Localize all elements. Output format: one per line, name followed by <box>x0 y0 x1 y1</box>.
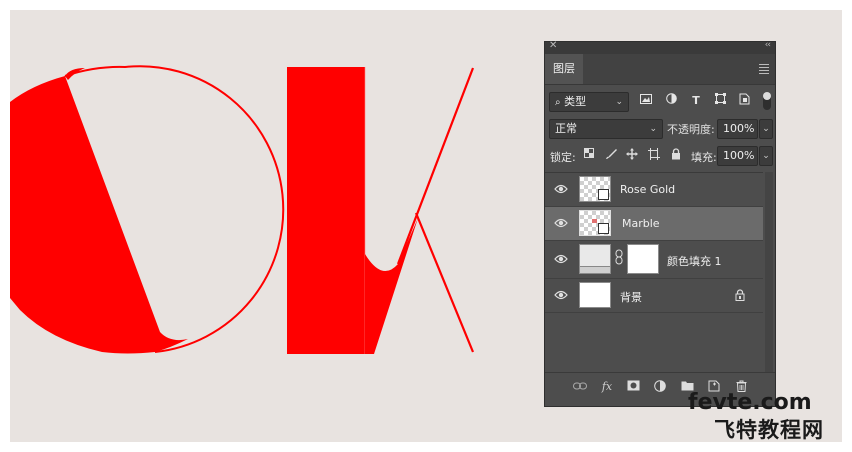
layer-thumbnail <box>579 210 611 236</box>
layers-panel: ✕ ‹‹ 图层 ⌕ 类型 ⌄ T 正常 ⌄ 不透明度: 100% ⌄ 锁定: 填… <box>544 40 776 407</box>
layers-scrollbar[interactable] <box>765 172 773 372</box>
link-icon[interactable] <box>573 380 587 394</box>
blend-mode-dropdown[interactable]: 正常 ⌄ <box>549 119 663 139</box>
filter-kind-dropdown[interactable]: ⌕ 类型 ⌄ <box>549 92 629 112</box>
layer-name: 颜色填充 1 <box>667 255 722 268</box>
layer-name: 背景 <box>620 291 642 304</box>
letter-o-red-fill <box>10 76 188 354</box>
layer-marble[interactable]: Marble <box>545 207 763 241</box>
filter-kind-label: 类型 <box>564 95 587 108</box>
smart-object-badge-icon <box>598 189 609 200</box>
opacity-slider-button[interactable]: ⌄ <box>759 119 773 139</box>
letter-k <box>287 67 475 354</box>
panel-tab-row: 图层 <box>545 54 775 85</box>
panel-titlebar: ✕ ‹‹ <box>545 40 775 54</box>
blend-mode-label: 正常 <box>555 122 577 135</box>
layer-thumbnail <box>579 176 611 202</box>
letter-k-leg-stroke <box>414 212 475 353</box>
smart-object-filter-icon[interactable] <box>736 93 752 109</box>
adjustment-icon[interactable] <box>653 380 667 394</box>
watermark-site-name: 飞特教程网 <box>714 418 824 442</box>
layer-mask-thumbnail[interactable] <box>627 244 659 274</box>
layer-thumbnail <box>579 282 611 308</box>
fx-icon[interactable]: fx <box>600 380 614 394</box>
letter-k-arm <box>365 218 418 354</box>
eye-icon[interactable] <box>554 253 568 265</box>
tab-layers[interactable]: 图层 <box>545 54 583 84</box>
close-panel-icon[interactable]: ✕ <box>549 40 557 51</box>
layers-list: Rose Gold Marble 颜色填充 1 背景 <box>545 172 763 373</box>
chevron-down-icon: ⌄ <box>649 124 657 134</box>
layer-filter-row: ⌕ 类型 ⌄ T <box>545 90 775 114</box>
pixel-layer-filter-icon[interactable] <box>638 93 654 109</box>
thumbnail-red-mark <box>592 219 597 223</box>
layer-rose-gold[interactable]: Rose Gold <box>545 173 763 207</box>
screenshot-frame: ✕ ‹‹ 图层 ⌕ 类型 ⌄ T 正常 ⌄ 不透明度: 100% ⌄ 锁定: 填… <box>0 0 852 452</box>
lock-transparent-pixels-icon[interactable] <box>582 148 596 162</box>
letter-o <box>10 65 285 354</box>
lock-artboard-icon[interactable] <box>647 148 661 162</box>
lock-icon <box>735 289 745 301</box>
adjustment-layer-filter-icon[interactable] <box>663 93 679 109</box>
search-icon: ⌕ <box>555 97 561 108</box>
layer-name: Marble <box>622 217 660 230</box>
panel-menu-icon[interactable] <box>759 62 769 74</box>
eye-icon[interactable] <box>554 217 568 229</box>
lock-all-icon[interactable] <box>669 148 683 162</box>
letter-k-stem <box>287 67 365 354</box>
fill-label: 填充: <box>691 151 717 164</box>
mask-icon[interactable] <box>626 380 640 394</box>
lock-image-pixels-icon[interactable] <box>604 148 618 162</box>
fill-layer-thumbnail <box>579 244 611 274</box>
layer-name: Rose Gold <box>620 183 676 196</box>
lock-position-icon[interactable] <box>625 148 639 162</box>
eye-icon[interactable] <box>554 183 568 195</box>
lock-label: 锁定: <box>550 151 576 164</box>
opacity-field[interactable]: 100% <box>717 119 758 139</box>
layer-color-fill-1[interactable]: 颜色填充 1 <box>545 241 763 279</box>
type-layer-filter-icon[interactable]: T <box>688 93 704 109</box>
letter-k-upper-stroke <box>396 67 475 265</box>
layer-background[interactable]: 背景 <box>545 279 763 313</box>
shape-layer-filter-icon[interactable] <box>712 93 728 109</box>
collapse-panel-icon[interactable]: ‹‹ <box>765 40 771 50</box>
fill-field[interactable]: 100% <box>717 146 758 166</box>
fill-slider-button[interactable]: ⌄ <box>759 146 773 166</box>
smart-object-badge-icon <box>598 223 609 234</box>
site-watermark: fevte.com 飞特教程网 <box>686 390 846 446</box>
eye-icon[interactable] <box>554 289 568 301</box>
link-chain-icon[interactable] <box>615 249 623 265</box>
chevron-down-icon: ⌄ <box>615 97 623 107</box>
filter-toggle-switch[interactable] <box>763 92 771 110</box>
watermark-domain: fevte.com <box>688 390 812 415</box>
lock-row: 锁定: 填充: 100% ⌄ <box>545 145 775 169</box>
opacity-label: 不透明度: <box>667 123 715 136</box>
